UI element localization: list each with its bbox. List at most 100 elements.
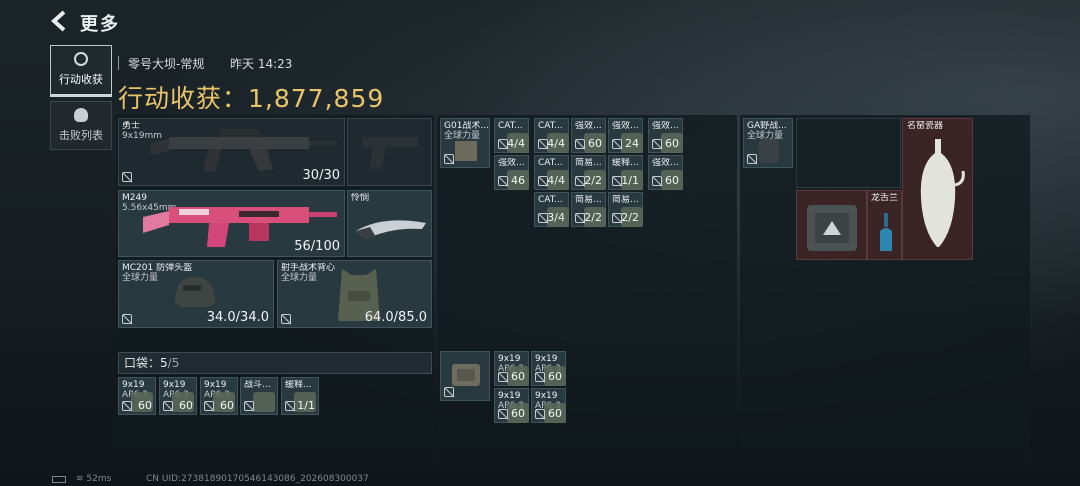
inventory-item[interactable]: 9x19AP6.360 xyxy=(531,388,566,423)
inventory-item[interactable]: 缓释... 1/1 xyxy=(608,155,643,190)
inventory-item[interactable]: 简易... 2/2 xyxy=(571,192,606,227)
melee-slot[interactable]: 怜悯 xyxy=(347,190,432,257)
item-sub: 全球力量 xyxy=(281,273,318,283)
map-name: 零号大坝-常规 xyxy=(128,57,205,71)
inventory-item[interactable]: 强效... 60 xyxy=(648,155,683,190)
tab-loot-label: 行动收获 xyxy=(59,73,103,86)
lock-icon xyxy=(444,154,454,164)
item-count: 60 xyxy=(220,399,234,412)
item-count: 4/4 xyxy=(547,174,565,187)
container-slot[interactable] xyxy=(440,351,490,401)
armor-slot[interactable]: 射手战术背心 全球力量 64.0/85.0 xyxy=(277,260,432,328)
haul-value: 行动收获：1,877,859 xyxy=(118,79,384,115)
backpack-item-case[interactable] xyxy=(796,190,867,260)
lock-icon xyxy=(498,372,508,382)
backpack-slot[interactable]: GA野战... 全球力量 xyxy=(743,118,793,168)
pouch-header: 口袋：5/5 xyxy=(118,352,432,374)
inventory-item[interactable]: 9x19AP6.360 xyxy=(494,351,529,386)
rig-icon xyxy=(455,141,477,161)
haul-number: 1,877,859 xyxy=(248,84,385,113)
chevron-left-icon[interactable] xyxy=(50,10,70,32)
backpack-icon xyxy=(759,139,779,163)
lock-icon xyxy=(747,154,757,164)
lock-icon xyxy=(122,314,132,324)
lock-icon xyxy=(652,139,662,149)
lock-icon xyxy=(244,401,254,411)
secondary-weapon-slot[interactable]: M249 5.56x45mm 56/100 xyxy=(118,190,345,257)
lock-icon xyxy=(163,401,173,411)
inventory-item[interactable]: 简易... 2/2 xyxy=(608,192,643,227)
lock-icon xyxy=(575,139,585,149)
inventory-item[interactable]: 9x19AP6.360 xyxy=(118,377,156,415)
case-icon xyxy=(452,364,480,386)
lock-icon xyxy=(535,372,545,382)
inventory-item[interactable]: 强效... 60 xyxy=(571,118,606,153)
lock-icon xyxy=(122,401,132,411)
inventory-item[interactable]: 缓释... 1/1 xyxy=(281,377,319,415)
pistol-slot[interactable] xyxy=(347,118,432,186)
item-name: 9x19 xyxy=(535,391,558,401)
item-count: 4/4 xyxy=(507,137,525,150)
item-count: 1/1 xyxy=(621,174,639,187)
item-count: 60 xyxy=(665,174,679,187)
item-count: 3/4 xyxy=(547,211,565,224)
lock-icon xyxy=(652,176,662,186)
inventory-item[interactable]: CAT... 4/4 xyxy=(534,155,569,190)
helmet-slot[interactable]: MC201 防弹头盔 全球力量 34.0/34.0 xyxy=(118,260,274,328)
item-name: 9x19 xyxy=(498,354,521,364)
wifi-ping: ≋ 52ms xyxy=(76,474,112,484)
lock-icon xyxy=(498,409,508,419)
inventory-item[interactable]: 9x19AP6.360 xyxy=(531,351,566,386)
primary-weapon-slot[interactable]: 勇士 9x19mm 30/30 xyxy=(118,118,345,186)
tab-kills[interactable]: 击败列表 xyxy=(50,101,112,150)
pistol-icon xyxy=(362,137,418,169)
battery-icon xyxy=(52,476,66,483)
vase-icon xyxy=(920,139,965,247)
backpack-empty-cell xyxy=(796,118,901,188)
chest-rig-slot[interactable]: G01战术... 全球力量 xyxy=(440,118,490,168)
item-name: 9x19 xyxy=(535,354,558,364)
inventory-item[interactable]: 9x19AP6.360 xyxy=(159,377,197,415)
inventory-item[interactable]: 强效... 24 xyxy=(608,118,643,153)
item-count: 60 xyxy=(588,137,602,150)
item-name: 勇士 xyxy=(122,121,141,131)
inventory-item[interactable]: 9x19AP6.360 xyxy=(494,388,529,423)
tab-loot[interactable]: 行动收获 xyxy=(50,45,112,97)
item-count: 1/1 xyxy=(297,399,315,412)
inventory-item[interactable]: 9x19AP6.360 xyxy=(200,377,238,415)
lock-icon xyxy=(612,139,622,149)
item-count: 60 xyxy=(138,399,152,412)
item-count: 60 xyxy=(511,407,525,420)
backpack-item-porcelain[interactable]: 名窑瓷器 xyxy=(902,118,973,260)
lock-icon xyxy=(444,387,454,397)
inventory-item[interactable]: 简易... 2/2 xyxy=(571,155,606,190)
inventory-item[interactable]: 强效... 60 xyxy=(648,118,683,153)
ammo-icon xyxy=(253,392,275,412)
item-count: 60 xyxy=(548,370,562,383)
item-count: 2/2 xyxy=(584,174,602,187)
page-title: 更多 xyxy=(80,14,120,35)
crate-icon xyxy=(807,205,857,251)
item-count: 60 xyxy=(179,399,193,412)
pouch-label: 口袋： xyxy=(124,356,161,370)
backpack-item-tequila[interactable]: 龙舌兰 xyxy=(867,190,902,260)
item-count: 2/2 xyxy=(621,211,639,224)
item-name: CAT... xyxy=(538,158,563,168)
item-name: CAT... xyxy=(498,121,523,131)
item-count: 46 xyxy=(511,174,525,187)
item-count: 24 xyxy=(625,137,639,150)
inventory-item[interactable]: CAT... 3/4 xyxy=(534,192,569,227)
inventory-item[interactable]: 强效... 46 xyxy=(494,155,529,190)
item-count: 60 xyxy=(548,407,562,420)
item-name: 简易... xyxy=(575,195,602,205)
lock-icon xyxy=(498,176,508,186)
item-name: 强效... xyxy=(612,121,639,131)
tab-kills-label: 击败列表 xyxy=(59,129,103,142)
inventory-item[interactable]: CAT... 4/4 xyxy=(534,118,569,153)
inventory-item[interactable]: 战斗... xyxy=(240,377,278,415)
bottle-icon xyxy=(880,213,892,251)
item-sub: 全球力量 xyxy=(122,273,159,283)
item-count: 30/30 xyxy=(302,168,340,183)
haul-label: 行动收获： xyxy=(118,84,249,113)
inventory-item[interactable]: CAT... 4/4 xyxy=(494,118,529,153)
